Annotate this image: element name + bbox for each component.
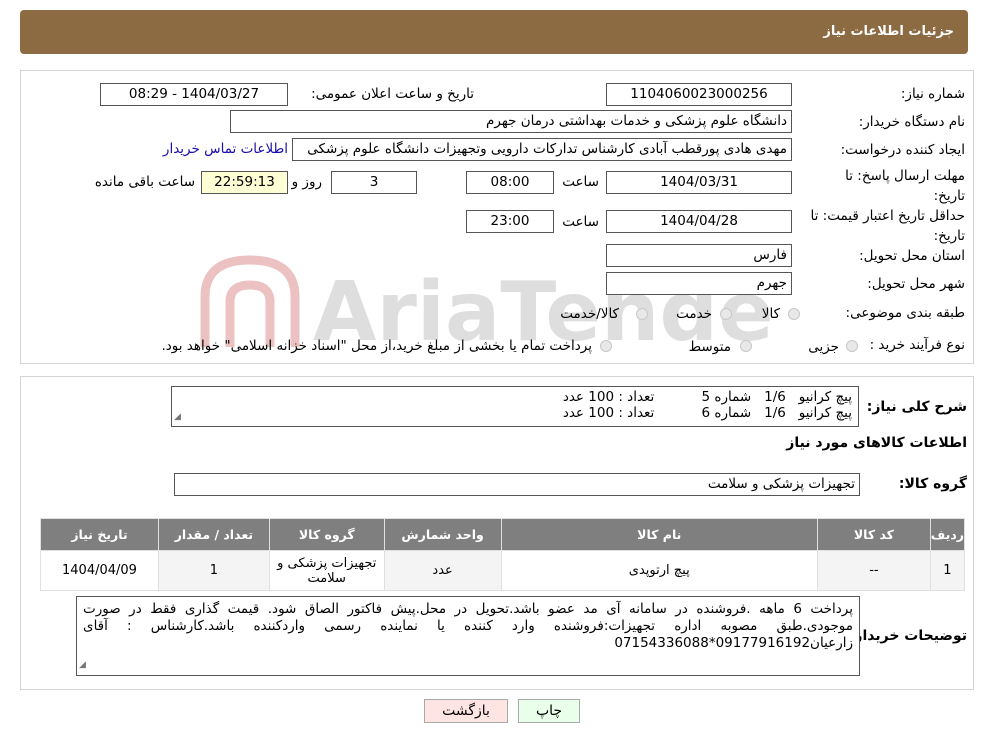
summary-label: شرح کلی نیاز: [866,399,967,415]
cell-code: -- [816,550,931,591]
contact-link[interactable]: اطلاعات تماس خریدار [163,141,288,157]
group-label: گروه کالا: [898,476,967,492]
notes-text: پرداخت 6 ماهه .فروشنده در سامانه آی مد ع… [83,601,853,651]
category-option-goods: کالا [761,306,780,322]
cell-qty: 1 [157,550,270,591]
need-number-field: 1104060023000256 [606,83,792,106]
summary-textarea[interactable]: پیچ کرانیو 1/6 شماره 5 تعداد : 100 عدد پ… [171,386,859,427]
category-radio-both[interactable] [636,308,648,320]
cell-name: پیچ ارتوپدی [500,550,818,591]
validity-time-field: 23:00 [466,210,554,233]
process-option-medium: متوسط [688,339,731,355]
remaining-label: ساعت باقی مانده [94,174,195,190]
deadline-label: مهلت ارسال پاسخ: تا تاریخ: [845,168,965,204]
validity-date-field: 1404/04/28 [606,210,792,233]
col-name: نام کالا [500,518,818,551]
buyer-label: نام دستگاه خریدار: [858,114,965,130]
remaining-time-field: 22:59:13 [201,171,288,194]
cell-date: 1404/04/09 [40,550,159,591]
province-label: استان محل تحویل: [859,248,965,264]
summary-line-2: پیچ کرانیو 1/6 شماره 6 تعداد : 100 عدد [562,405,852,421]
back-button[interactable]: بازگشت [424,699,508,723]
deadline-date-field: 1404/03/31 [606,171,792,194]
process-radio-partial[interactable] [846,340,858,352]
process-label: نوع فرآیند خرید : [869,337,965,353]
category-label: طبقه بندی موضوعی: [845,305,965,321]
category-option-both: کالا/خدمت [560,306,619,322]
items-table: ردیف کد کالا نام کالا واحد شمارش گروه کا… [40,518,966,591]
resize-grip-icon[interactable]: ◢ [79,657,86,674]
table-row: 1 -- پیچ ارتوپدی عدد تجهیزات پزشکی و سلا… [40,550,966,591]
province-field: فارس [606,244,792,267]
table-header-row: ردیف کد کالا نام کالا واحد شمارش گروه کا… [40,518,966,551]
group-field: تجهیزات پزشکی و سلامت [174,473,860,496]
process-note: پرداخت تمام یا بخشی از مبلغ خرید،از محل … [161,338,592,354]
notes-label: توضیحات خریدار: [848,628,967,644]
col-row: ردیف [929,518,966,551]
resize-grip-icon[interactable]: ◢ [174,409,181,425]
col-date: تاریخ نیاز [40,518,159,551]
summary-line-1: پیچ کرانیو 1/6 شماره 5 تعداد : 100 عدد [562,389,852,405]
creator-field: مهدی هادی پورقطب آبادی کارشناس تداركات د… [292,138,792,161]
announce-label: تاریخ و ساعت اعلان عمومی: [311,86,474,102]
announce-field: 1404/03/27 - 08:29 [100,83,288,106]
col-qty: تعداد / مقدار [157,518,270,551]
cell-group: تجهیزات پزشکی و سلامت [268,550,385,591]
items-title: اطلاعات کالاهای مورد نیاز [786,435,967,451]
buyer-field: دانشگاه علوم پزشکی و خدمات بهداشتی درمان… [230,110,792,133]
city-label: شهر محل تحویل: [867,276,965,292]
need-number-label: شماره نیاز: [900,86,965,102]
category-radio-goods[interactable] [788,308,800,320]
print-button[interactable]: چاپ [518,699,580,723]
notes-textarea[interactable]: پرداخت 6 ماهه .فروشنده در سامانه آی مد ع… [76,596,860,676]
col-group: گروه کالا [268,518,385,551]
process-option-partial: جزیی [808,339,839,355]
city-field: جهرم [606,272,792,295]
deadline-time-label: ساعت [562,174,599,190]
days-label: روز و [291,174,322,190]
col-code: کد کالا [816,518,931,551]
category-option-service: خدمت [676,306,712,322]
days-field: 3 [331,171,417,194]
page-header: جزئیات اطلاعات نیاز [20,10,968,54]
cell-unit: عدد [383,550,502,591]
creator-label: ایجاد کننده درخواست: [840,142,965,158]
process-radio-treasury[interactable] [600,340,612,352]
col-unit: واحد شمارش [383,518,502,551]
deadline-time-field: 08:00 [466,171,554,194]
validity-time-label: ساعت [562,214,599,230]
validity-label: حداقل تاریخ اعتبار قیمت: تا تاریخ: [810,208,965,244]
category-radio-service[interactable] [720,308,732,320]
cell-row: 1 [929,550,966,591]
page-title: جزئیات اطلاعات نیاز [823,24,954,39]
process-radio-medium[interactable] [740,340,752,352]
